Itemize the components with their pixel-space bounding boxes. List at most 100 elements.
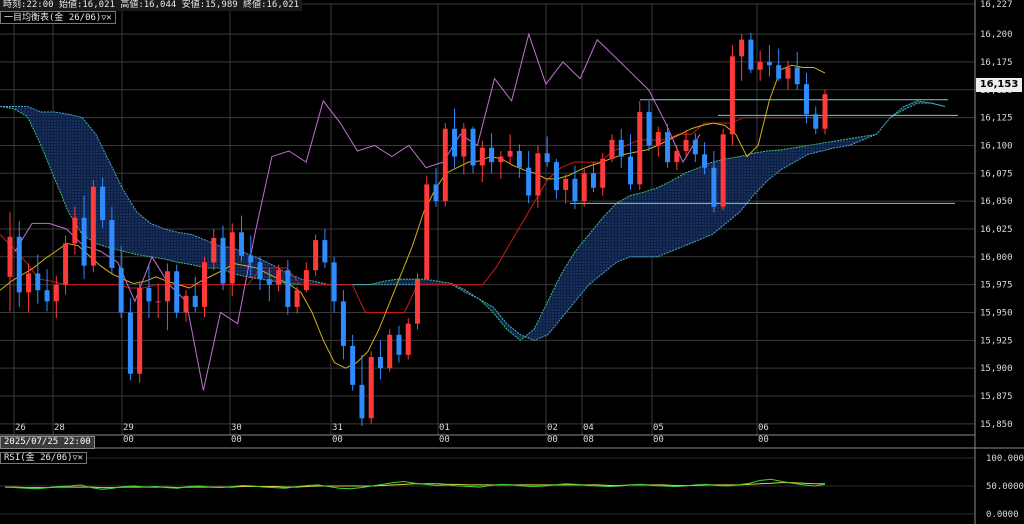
price-tick-label: 15,925 — [980, 336, 1013, 346]
candle-body — [16, 236, 22, 293]
candle-body — [331, 262, 337, 302]
candle-body — [702, 154, 708, 168]
candle-body — [90, 186, 96, 266]
rsi-tick-label: 50.0000 — [986, 482, 1024, 492]
high-label: 高値 — [120, 0, 139, 10]
indicator-label-rsi[interactable]: RSI(金 26/06)▽✕ — [0, 452, 87, 464]
price-tick-label: 16,050 — [980, 197, 1013, 207]
time-tick-label: 00 — [758, 435, 769, 445]
candle-body — [81, 217, 87, 266]
candle — [637, 100, 643, 190]
open-value: 16,021 — [82, 0, 115, 10]
candle-body — [415, 279, 420, 324]
candle-body — [442, 128, 448, 202]
candle-body — [489, 147, 495, 163]
indicator-label-text: 一目均衡表(金 26/06) — [4, 13, 102, 23]
candle — [424, 175, 430, 280]
candle-body — [35, 273, 41, 291]
candle-body — [340, 301, 346, 346]
candle-body — [396, 334, 402, 355]
date-tick-label: 31 — [332, 423, 343, 433]
candle-body — [350, 345, 356, 385]
low-value: 15,989 — [205, 0, 238, 10]
candle — [405, 318, 411, 360]
chart-area[interactable]: 16,22716,20016,17516,15016,12516,10016,0… — [0, 0, 1024, 524]
candle-body — [665, 132, 671, 163]
candle-body — [220, 237, 226, 284]
candle-body — [776, 65, 782, 79]
candle-body — [803, 84, 809, 115]
candle — [368, 351, 374, 424]
candle-body — [470, 128, 476, 166]
candle-body — [692, 139, 698, 155]
candle-body — [646, 112, 652, 146]
candle-body — [266, 279, 272, 285]
ohlc-info-bar: 時刻:22:00 始値:16,021 高値:16,044 安値:15,989 終… — [0, 0, 303, 11]
candle-body — [368, 357, 374, 419]
time-value: 22:00 — [26, 0, 54, 10]
price-tick-label: 16,100 — [980, 141, 1013, 151]
date-tick-label: 28 — [54, 423, 65, 433]
candle-body — [405, 323, 411, 355]
candle-body — [377, 357, 383, 369]
candle-body — [711, 167, 717, 207]
candle — [729, 45, 735, 146]
high-value: 16,044 — [143, 0, 177, 10]
candle — [174, 264, 180, 319]
candle-body — [201, 262, 207, 307]
candle-body — [137, 287, 143, 374]
candle-body — [100, 186, 106, 221]
date-tick-label: 01 — [439, 423, 450, 433]
low-label: 安値 — [181, 0, 200, 10]
price-tick-label: 15,900 — [980, 364, 1013, 374]
time-tick-label: 00 — [439, 435, 450, 445]
candle — [822, 89, 828, 135]
date-tick-label: 26 — [15, 423, 26, 433]
candle-body — [192, 295, 198, 307]
candle-body — [248, 255, 254, 263]
candle-body — [785, 67, 791, 79]
candle-body — [479, 147, 485, 166]
candle-body — [618, 139, 624, 157]
rsi-tick-label: 0.0000 — [986, 510, 1019, 520]
candle-body — [72, 217, 78, 244]
candle-body — [590, 173, 596, 188]
candle-body — [526, 167, 532, 196]
candle-body — [535, 153, 541, 196]
indicator-label-ichimoku[interactable]: 一目均衡表(金 26/06)▽✕ — [0, 11, 116, 24]
candle-body — [53, 284, 59, 302]
date-tick-label: 30 — [231, 423, 242, 433]
price-tick-label: 16,025 — [980, 225, 1013, 235]
date-tick-label: 04 — [583, 423, 594, 433]
candle-body — [600, 158, 606, 188]
candle-body — [637, 112, 643, 185]
candle — [137, 281, 143, 383]
rsi-tick-label: 100.0000 — [986, 454, 1024, 464]
candle — [313, 234, 319, 276]
candle-body — [183, 295, 189, 313]
cursor-date-label: 2025/07/25 22:00 — [0, 436, 95, 449]
candle-body — [285, 270, 291, 307]
time-tick-label: 00 — [231, 435, 242, 445]
close-icon[interactable]: ✕ — [106, 13, 111, 23]
time-tick-label: 00 — [547, 435, 558, 445]
candle-body — [628, 156, 634, 185]
candle-body — [322, 240, 328, 263]
price-tick-label: 15,850 — [980, 420, 1013, 430]
close-icon[interactable]: ✕ — [77, 453, 82, 463]
date-tick-label: 06 — [758, 423, 769, 433]
candle-body — [674, 151, 680, 163]
candle-body — [720, 134, 726, 207]
price-tick-label: 16,125 — [980, 114, 1013, 124]
candle-body — [7, 236, 13, 277]
candle-body — [822, 94, 828, 129]
candle-body — [609, 139, 615, 159]
candle — [581, 167, 587, 207]
candle-body — [683, 139, 689, 152]
price-tick-label: 16,000 — [980, 253, 1013, 263]
candle-body — [211, 237, 217, 263]
candle-body — [229, 232, 235, 284]
candle-body — [127, 312, 133, 374]
candle-body — [748, 39, 754, 70]
candle-body — [155, 301, 161, 303]
